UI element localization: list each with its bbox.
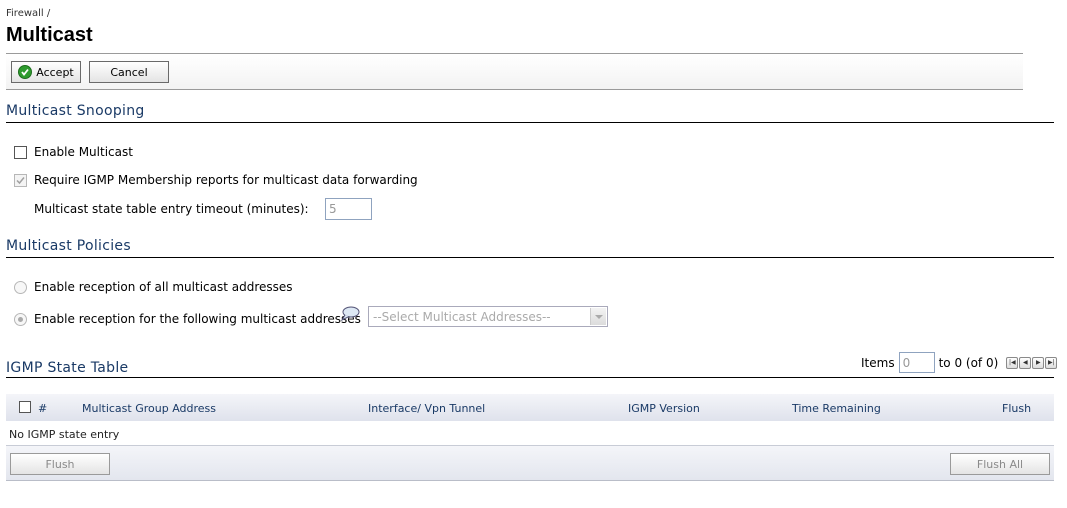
toolbar: Accept Cancel xyxy=(6,53,1023,90)
items-label: Items xyxy=(861,355,895,370)
col-igmp-version[interactable]: IGMP Version xyxy=(628,402,700,415)
col-number[interactable]: # xyxy=(38,402,47,415)
chevron-down-icon xyxy=(590,308,606,325)
require-igmp-checkbox[interactable] xyxy=(14,173,27,187)
range-text: to 0 (of 0) xyxy=(938,355,999,370)
select-value: --Select Multicast Addresses-- xyxy=(373,309,551,324)
cancel-button[interactable]: Cancel xyxy=(89,61,169,83)
col-time-remaining[interactable]: Time Remaining xyxy=(792,402,881,415)
enable-multicast-row: Enable Multicast xyxy=(14,145,133,159)
snooping-heading: Multicast Snooping xyxy=(6,103,1054,123)
last-page-icon[interactable]: ▶| xyxy=(1045,356,1058,369)
reception-following-radio[interactable] xyxy=(14,312,27,326)
check-icon xyxy=(18,65,33,79)
flush-button[interactable]: Flush xyxy=(10,453,110,475)
page-title: Multicast xyxy=(6,24,93,46)
reception-following-label: Enable reception for the following multi… xyxy=(34,312,361,326)
empty-message: No IGMP state entry xyxy=(9,428,120,441)
breadcrumb[interactable]: Firewall / xyxy=(6,8,50,19)
timeout-input[interactable] xyxy=(325,198,372,220)
multicast-address-select[interactable]: --Select Multicast Addresses-- xyxy=(368,306,608,327)
col-interface[interactable]: Interface/ Vpn Tunnel xyxy=(368,402,485,415)
flush-label: Flush xyxy=(45,457,75,471)
timeout-label: Multicast state table entry timeout (min… xyxy=(34,202,309,216)
next-page-icon[interactable]: ▶ xyxy=(1032,356,1045,369)
table-footer: Flush Flush All xyxy=(6,445,1054,481)
reception-all-row: Enable reception of all multicast addres… xyxy=(14,280,293,294)
col-group-address[interactable]: Multicast Group Address xyxy=(82,402,216,415)
enable-multicast-label: Enable Multicast xyxy=(34,145,133,159)
reception-following-row: Enable reception for the following multi… xyxy=(14,312,361,326)
flush-all-label: Flush All xyxy=(976,457,1024,471)
require-igmp-label: Require IGMP Membership reports for mult… xyxy=(34,173,418,187)
select-all-checkbox[interactable] xyxy=(19,401,31,413)
table-header: # Multicast Group Address Interface/ Vpn… xyxy=(6,394,1054,421)
speech-bubble-icon[interactable] xyxy=(340,305,360,325)
first-page-icon[interactable]: |◀ xyxy=(1006,356,1019,369)
require-igmp-row: Require IGMP Membership reports for mult… xyxy=(14,173,418,187)
items-input[interactable] xyxy=(898,352,935,373)
reception-all-radio[interactable] xyxy=(14,280,27,294)
accept-button[interactable]: Accept xyxy=(11,61,81,83)
pager: Items to 0 (of 0) |◀ ◀ ▶ ▶| xyxy=(859,352,1060,373)
accept-label: Accept xyxy=(36,65,74,79)
cancel-label: Cancel xyxy=(110,65,148,79)
prev-page-icon[interactable]: ◀ xyxy=(1019,356,1032,369)
col-flush[interactable]: Flush xyxy=(1002,402,1031,415)
flush-all-button[interactable]: Flush All xyxy=(950,453,1050,475)
enable-multicast-checkbox[interactable] xyxy=(14,145,27,159)
reception-all-label: Enable reception of all multicast addres… xyxy=(34,280,293,294)
policies-heading: Multicast Policies xyxy=(6,238,1054,258)
